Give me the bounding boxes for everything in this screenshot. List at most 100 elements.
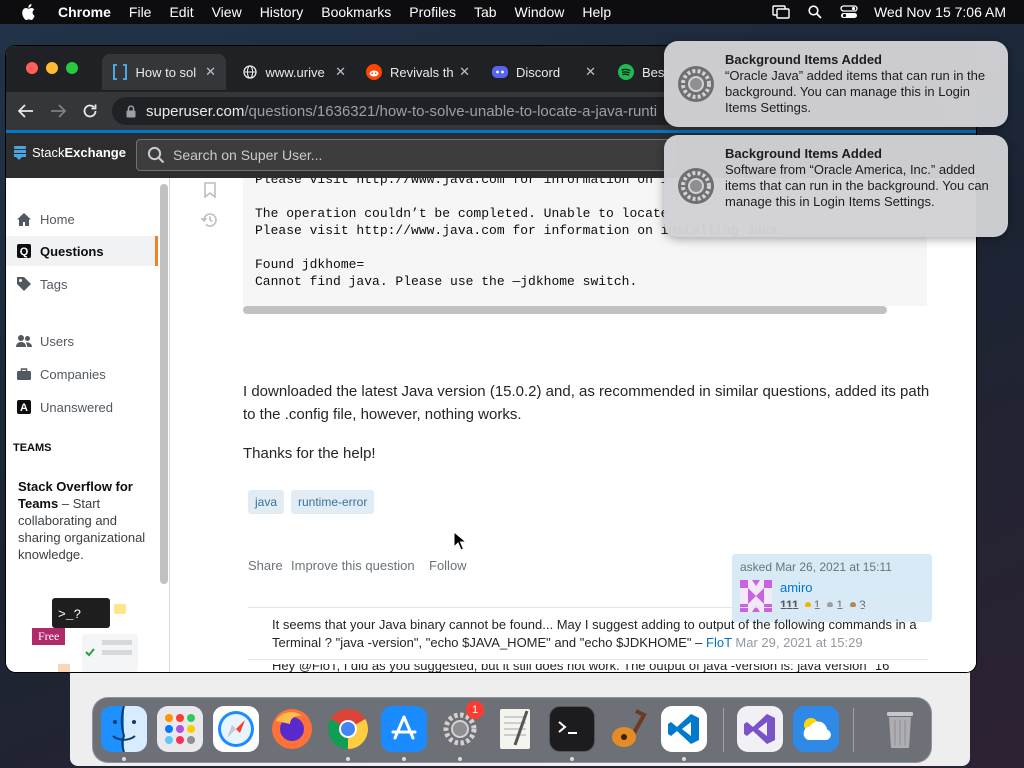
- menu-history[interactable]: History: [260, 4, 304, 20]
- menu-clock[interactable]: Wed Nov 15 7:06 AM: [874, 4, 1006, 20]
- close-tab-icon[interactable]: ✕: [335, 64, 346, 80]
- close-tab-icon[interactable]: ✕: [459, 64, 470, 80]
- dock-separator: [853, 708, 854, 752]
- comment: It seems that your Java binary cannot be…: [272, 616, 932, 652]
- menu-help[interactable]: Help: [582, 4, 611, 20]
- improve-question-link[interactable]: Improve this question: [291, 558, 415, 573]
- asked-date: asked Mar 26, 2021 at 15:11: [740, 560, 892, 574]
- safari-icon[interactable]: [213, 706, 259, 752]
- spotify-icon: [618, 64, 634, 80]
- menu-bookmarks[interactable]: Bookmarks: [321, 4, 391, 20]
- firefox-icon[interactable]: [269, 706, 315, 752]
- trash-icon[interactable]: [877, 706, 923, 752]
- discord-icon: [492, 64, 508, 80]
- reputation-score: 111: [780, 598, 799, 612]
- tab-reddit[interactable]: Revivals th ✕: [356, 54, 480, 90]
- search-placeholder: Search on Super User...: [173, 147, 323, 163]
- menu-bar: Chrome File Edit View History Bookmarks …: [0, 0, 1024, 24]
- spotlight-search-icon[interactable]: [806, 5, 824, 19]
- url-path: /questions/1636321/how-to-solve-unable-t…: [244, 102, 658, 120]
- textedit-icon[interactable]: [493, 706, 539, 752]
- owner-reputation: 111 1 1 3: [780, 598, 866, 612]
- bookmark-icon[interactable]: [200, 180, 220, 200]
- visual-studio-icon[interactable]: [737, 706, 783, 752]
- zoom-window-button[interactable]: [66, 62, 78, 74]
- control-center-icon[interactable]: [840, 5, 858, 19]
- tab-discord[interactable]: Discord ✕: [482, 54, 606, 90]
- nav-item-home[interactable]: Home: [6, 204, 158, 234]
- tag-java[interactable]: java: [248, 490, 285, 514]
- menu-profiles[interactable]: Profiles: [409, 4, 456, 20]
- comment-date[interactable]: Mar 29, 2021 at 15:29: [735, 635, 862, 650]
- follow-link[interactable]: Follow: [429, 558, 467, 573]
- close-window-button[interactable]: [26, 62, 38, 74]
- comment-divider: [248, 659, 928, 660]
- nav-item-companies[interactable]: Companies: [6, 359, 158, 389]
- system-settings-icon: [677, 167, 715, 205]
- share-link[interactable]: Share: [248, 558, 283, 573]
- tab-title: Discord: [516, 64, 561, 80]
- tab-superuser[interactable]: How to sol ✕: [102, 54, 226, 90]
- teams-promo[interactable]: Stack Overflow for Teams – Start collabo…: [18, 478, 146, 563]
- notification-title: Background Items Added: [725, 52, 882, 67]
- menu-edit[interactable]: Edit: [169, 4, 193, 20]
- comment-user[interactable]: FloT: [706, 635, 732, 650]
- free-badge: Free: [32, 628, 66, 645]
- users-icon: [16, 333, 32, 349]
- forward-button[interactable]: [44, 97, 72, 125]
- site-search-input[interactable]: Search on Super User...: [136, 139, 676, 171]
- running-indicator: [682, 757, 686, 761]
- chrome-icon[interactable]: [325, 706, 371, 752]
- minimize-window-button[interactable]: [46, 62, 58, 74]
- reload-button[interactable]: [76, 97, 104, 125]
- nav-item-users[interactable]: Users: [6, 326, 158, 356]
- nav-item-questions[interactable]: Q Questions: [6, 236, 158, 266]
- logo-exchange-text: Exchange: [64, 145, 126, 160]
- bronze-badge-count: 3: [859, 598, 866, 612]
- running-indicator: [346, 757, 350, 761]
- tab-title: Revivals th: [390, 64, 454, 80]
- tab-urive[interactable]: www.urive ✕: [232, 54, 356, 90]
- gold-badge-count: 1: [813, 598, 821, 612]
- stackexchange-logo[interactable]: Stack Exchange: [14, 145, 126, 160]
- screen-mirroring-icon[interactable]: [772, 5, 790, 19]
- code-horizontal-scrollbar[interactable]: [243, 306, 887, 314]
- globe-icon: [242, 64, 257, 80]
- comment: Hey @FloT, I did as you suggested, but i…: [272, 664, 932, 672]
- nav-item-unanswered[interactable]: A Unanswered: [6, 392, 158, 422]
- close-tab-icon[interactable]: ✕: [585, 64, 596, 80]
- owner-username[interactable]: amiro: [780, 580, 813, 595]
- menu-tab[interactable]: Tab: [474, 4, 497, 20]
- tag-runtime-error[interactable]: runtime-error: [291, 490, 375, 514]
- launchpad-icon[interactable]: [157, 706, 203, 752]
- window-controls: [26, 62, 78, 74]
- sidebar-scrollbar[interactable]: [160, 184, 168, 584]
- back-button[interactable]: [12, 97, 40, 125]
- notification-body: Software from “Oracle America, Inc.” add…: [725, 162, 989, 209]
- menu-window[interactable]: Window: [515, 4, 565, 20]
- nav-item-label: Tags: [40, 276, 68, 292]
- nav-item-label: Companies: [40, 366, 106, 382]
- weather-icon[interactable]: [793, 706, 839, 752]
- comment-text: Hey @FloT, I did as you suggested, but i…: [272, 664, 894, 672]
- notification-oracle-java[interactable]: Background Items Added “Oracle Java” add…: [664, 41, 1008, 127]
- finder-icon[interactable]: [101, 706, 147, 752]
- menu-app-name[interactable]: Chrome: [58, 4, 111, 20]
- notification-oracle-america[interactable]: Background Items Added Software from “Or…: [664, 135, 1008, 237]
- history-icon[interactable]: [200, 210, 220, 230]
- vscode-icon[interactable]: [661, 706, 707, 752]
- close-tab-icon[interactable]: ✕: [205, 64, 216, 80]
- dock-separator: [723, 708, 724, 752]
- nav-item-tags[interactable]: Tags: [6, 269, 158, 299]
- app-store-icon[interactable]: [381, 706, 427, 752]
- garageband-icon[interactable]: [605, 706, 651, 752]
- unanswered-icon: A: [16, 399, 32, 415]
- teams-heading: TEAMS: [13, 442, 52, 454]
- terminal-icon[interactable]: [549, 706, 595, 752]
- menu-view[interactable]: View: [212, 4, 242, 20]
- apple-icon[interactable]: [18, 4, 38, 20]
- questions-icon: Q: [16, 243, 32, 259]
- menu-file[interactable]: File: [129, 4, 152, 20]
- silver-badge-count: 1: [836, 598, 844, 612]
